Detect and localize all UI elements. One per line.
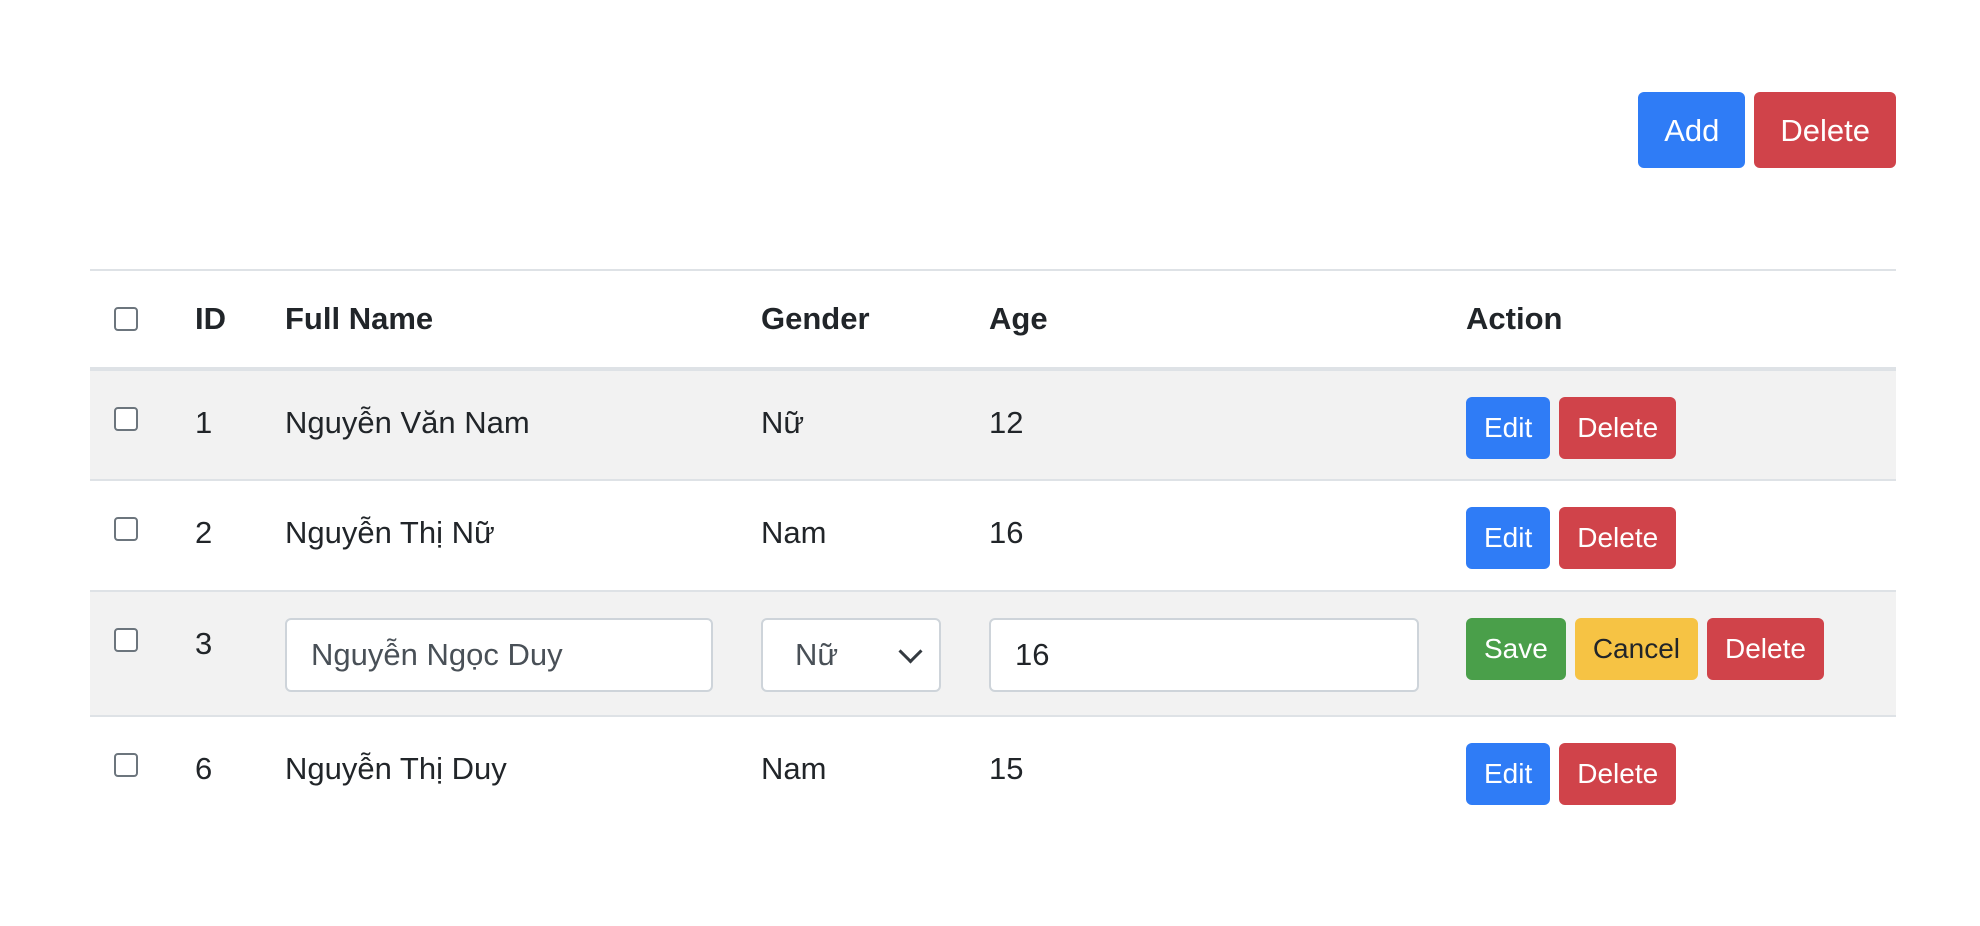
table-row: 2 Nguyễn Thị Nữ Nam 16 Edit Delete — [90, 480, 1896, 591]
row-actions: Edit Delete — [1466, 717, 1896, 805]
row-checkbox[interactable] — [114, 753, 138, 777]
header-select-all — [90, 270, 195, 369]
row-gender: Nam — [761, 515, 827, 550]
table-header: ID Full Name Gender Age Action — [90, 270, 1896, 369]
users-table-container: ID Full Name Gender Age Action 1 Nguyễn … — [90, 269, 1896, 827]
cancel-button[interactable]: Cancel — [1574, 618, 1698, 680]
row-checkbox[interactable] — [114, 628, 138, 652]
edit-button[interactable]: Edit — [1466, 507, 1551, 569]
row-gender: Nữ — [761, 405, 805, 440]
row-age: 16 — [989, 515, 1024, 550]
edit-button[interactable]: Edit — [1466, 743, 1551, 805]
table-row: 1 Nguyễn Văn Nam Nữ 12 Edit Delete — [90, 369, 1896, 480]
gender-select[interactable]: Nữ — [761, 618, 941, 692]
gender-select-value: Nữ — [795, 637, 839, 672]
header-full-name: Full Name — [285, 301, 434, 336]
header-age: Age — [989, 301, 1048, 336]
table-row: 6 Nguyễn Thị Duy Nam 15 Edit Delete — [90, 716, 1896, 827]
select-all-checkbox[interactable] — [114, 307, 138, 331]
row-checkbox[interactable] — [114, 517, 138, 541]
full-name-input-value: Nguyễn Ngọc Duy — [311, 637, 563, 672]
row-id: 1 — [195, 405, 213, 440]
edit-button[interactable]: Edit — [1466, 397, 1551, 459]
table-body: 1 Nguyễn Văn Nam Nữ 12 Edit Delete 2 Ngu… — [90, 369, 1896, 827]
row-actions: Edit Delete — [1466, 481, 1896, 569]
chevron-down-icon — [898, 638, 923, 664]
row-id: 2 — [195, 515, 213, 550]
header-id: ID — [195, 301, 226, 336]
row-full-name: Nguyễn Thị Duy — [285, 751, 507, 786]
age-input-value: 16 — [1015, 637, 1050, 672]
table-header-row: ID Full Name Gender Age Action — [90, 270, 1896, 369]
row-gender: Nam — [761, 751, 827, 786]
row-actions: Save Cancel Delete — [1466, 592, 1896, 680]
row-actions: Edit Delete — [1466, 371, 1896, 459]
add-button[interactable]: Add — [1638, 92, 1746, 168]
delete-button[interactable]: Delete — [1707, 618, 1824, 680]
toolbar: Add Delete — [1638, 92, 1896, 168]
table-row-editing: 3 Nguyễn Ngọc Duy Nữ 16 Save Cancel Dele… — [90, 591, 1896, 716]
row-id: 6 — [195, 751, 213, 786]
delete-button[interactable]: Delete — [1559, 507, 1677, 569]
row-id: 3 — [195, 626, 213, 661]
delete-button[interactable]: Delete — [1559, 397, 1677, 459]
row-age: 15 — [989, 751, 1024, 786]
age-input[interactable]: 16 — [989, 618, 1419, 692]
users-table: ID Full Name Gender Age Action 1 Nguyễn … — [90, 269, 1896, 827]
row-checkbox[interactable] — [114, 407, 138, 431]
full-name-input[interactable]: Nguyễn Ngọc Duy — [285, 618, 713, 692]
delete-button[interactable]: Delete — [1559, 743, 1677, 805]
row-full-name: Nguyễn Văn Nam — [285, 405, 530, 440]
bulk-delete-button[interactable]: Delete — [1754, 92, 1896, 168]
save-button[interactable]: Save — [1466, 618, 1566, 680]
row-full-name: Nguyễn Thị Nữ — [285, 515, 495, 550]
row-age: 12 — [989, 405, 1024, 440]
header-action: Action — [1466, 301, 1563, 336]
header-gender: Gender — [761, 301, 870, 336]
